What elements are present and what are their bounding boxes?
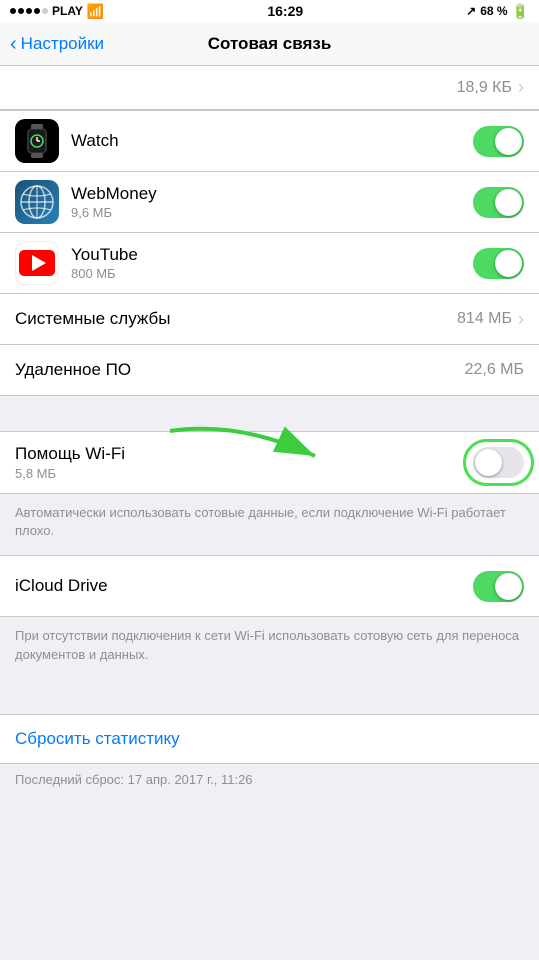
apps-list: Watch WebMoney 9,6 МБ [0, 110, 539, 294]
battery-icon: 🔋 [512, 3, 529, 20]
list-item: WebMoney 9,6 МБ [0, 172, 539, 233]
reset-row[interactable]: Сбросить статистику [0, 715, 539, 763]
remote-control-group: Удаленное ПО 22,6 МБ [0, 345, 539, 396]
youtube-item-subtitle: 800 МБ [71, 266, 473, 281]
system-services-label: Системные службы [15, 309, 457, 329]
wifi-assist-toggle-wrapper [473, 447, 524, 478]
webmoney-app-icon [15, 180, 59, 224]
toggle-thumb [475, 449, 502, 476]
icloud-title: iCloud Drive [15, 576, 473, 596]
wifi-assist-row: Помощь Wi-Fi 5,8 МБ [0, 432, 539, 493]
system-services-group: Системные службы 814 МБ › [0, 294, 539, 345]
youtube-item-title: YouTube [71, 245, 473, 265]
youtube-play-icon [32, 255, 46, 271]
webmoney-item-subtitle: 9,6 МБ [71, 205, 473, 220]
chevron-right-icon: › [518, 77, 524, 98]
section-separator [0, 396, 539, 431]
system-services-value: 814 МБ [457, 310, 512, 328]
back-button[interactable]: ‹ Настройки [10, 34, 104, 54]
battery-label: 68 % [480, 4, 507, 18]
time-label: 16:29 [267, 3, 303, 19]
webmoney-icon-svg [19, 184, 55, 220]
icloud-section-wrapper: iCloud Drive При отсутствии подключения … [0, 555, 539, 678]
toggle-thumb [495, 573, 522, 600]
webmoney-item-text: WebMoney 9,6 МБ [71, 184, 473, 220]
last-reset-label: Последний сброс: [15, 772, 124, 787]
youtube-item-text: YouTube 800 МБ [71, 245, 473, 281]
top-partial-value: 18,9 КБ [457, 79, 512, 97]
back-label: Настройки [21, 34, 104, 54]
remote-control-label: Удаленное ПО [15, 360, 465, 380]
wifi-assist-section: Помощь Wi-Fi 5,8 МБ [0, 431, 539, 494]
toggle-thumb [495, 250, 522, 277]
toggle-thumb [495, 189, 522, 216]
watch-item-title: Watch [71, 131, 473, 151]
last-reset-date: 17 апр. 2017 г., 11:26 [128, 772, 253, 787]
icloud-toggle[interactable] [473, 571, 524, 602]
status-left: PLAY 📶 [10, 3, 104, 20]
webmoney-toggle[interactable] [473, 187, 524, 218]
youtube-bg [19, 250, 55, 276]
youtube-app-icon [15, 241, 59, 285]
location-icon: ↗ [466, 4, 476, 18]
watch-item-text: Watch [71, 131, 473, 151]
icloud-section: iCloud Drive [0, 555, 539, 617]
reset-section: Сбросить статистику [0, 714, 539, 764]
remote-control-row: Удаленное ПО 22,6 МБ [0, 345, 539, 395]
carrier-label: PLAY [52, 4, 83, 18]
status-right: ↗ 68 % 🔋 [466, 3, 529, 20]
wifi-assist-section-wrapper: Помощь Wi-Fi 5,8 МБ Автоматически исполь… [0, 431, 539, 555]
wifi-icon: 📶 [87, 3, 104, 20]
wifi-assist-title: Помощь Wi-Fi [15, 444, 473, 464]
nav-bar: ‹ Настройки Сотовая связь [0, 22, 539, 66]
wifi-assist-subtitle: 5,8 МБ [15, 466, 473, 481]
watch-icon-svg [23, 124, 51, 158]
signal-dots [10, 8, 48, 14]
wifi-assist-toggle[interactable] [473, 447, 524, 478]
remote-control-value: 22,6 МБ [465, 361, 524, 379]
watch-app-icon [15, 119, 59, 163]
icloud-row: iCloud Drive [0, 556, 539, 616]
icloud-description: При отсутствии подключения к сети Wi-Fi … [0, 617, 539, 678]
list-item: YouTube 800 МБ [0, 233, 539, 293]
youtube-toggle[interactable] [473, 248, 524, 279]
webmoney-item-title: WebMoney [71, 184, 473, 204]
status-bar: PLAY 📶 16:29 ↗ 68 % 🔋 [0, 0, 539, 22]
page-title: Сотовая связь [208, 34, 332, 54]
list-item: Watch [0, 111, 539, 172]
toggle-thumb [495, 128, 522, 155]
reset-label: Сбросить статистику [15, 729, 180, 748]
last-reset-info: Последний сброс: 17 апр. 2017 г., 11:26 [0, 764, 539, 802]
chevron-right-icon: › [518, 309, 524, 330]
system-services-row[interactable]: Системные службы 814 МБ › [0, 294, 539, 344]
wifi-assist-description: Автоматически использовать сотовые данны… [0, 494, 539, 555]
watch-toggle[interactable] [473, 126, 524, 157]
wifi-assist-text: Помощь Wi-Fi 5,8 МБ [15, 444, 473, 481]
top-partial-row: 18,9 КБ › [0, 66, 539, 110]
icloud-text: iCloud Drive [15, 576, 473, 596]
chevron-left-icon: ‹ [10, 34, 17, 54]
